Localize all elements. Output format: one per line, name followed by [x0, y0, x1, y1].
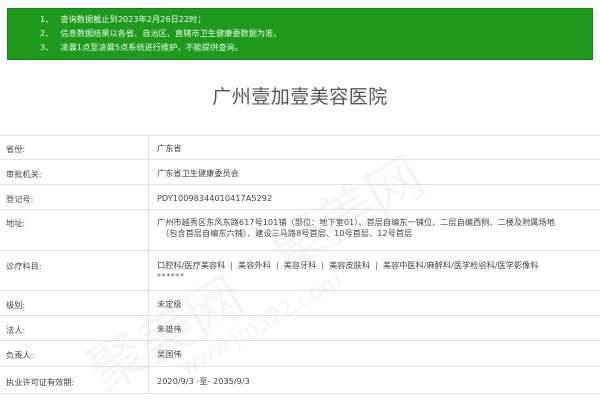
row-label: 法人: [6, 325, 26, 335]
column-divider [148, 136, 149, 159]
separator: | [375, 260, 378, 270]
row-label: 审批机关: [6, 169, 42, 179]
departments-value: 口腔科/医疗美容科 | 美容外科 | 美容牙科 | 美容皮肤科 | 美容中医科/麻醉科/医学检验… [157, 260, 592, 282]
info-row-principal: 负责人: 吴国伟 [0, 340, 600, 366]
separator: | [230, 260, 234, 270]
column-divider [148, 291, 149, 315]
notice-item: 3、 凌晨1点至凌晨5点系统进行维护，不能提供查询。 [40, 42, 243, 52]
info-row-departments: 诊疗科目: 口腔科/医疗美容科 | 美容外科 | 美容牙科 | 美容皮肤科 | 美容中医科/麻醉… [0, 250, 600, 290]
info-row-authority: 审批机关: 广东省卫生健康委员会 [0, 159, 600, 184]
column-divider [148, 367, 149, 393]
row-label: 登记号: [6, 194, 34, 204]
info-row-address: 地址: 广州市越秀区东风东路617号101铺（部位：地下室01）、首层自编东一铺… [0, 209, 600, 250]
department-item: 美容皮肤科 [329, 260, 371, 270]
department-more: ****** [157, 271, 185, 281]
info-row-legal-person: 法人: 朱雄伟 [0, 315, 600, 340]
column-divider [148, 251, 149, 290]
row-label: 执业许可证有效期: [6, 377, 75, 387]
address-line: （包含首层自编东六铺）、建设三马路8号首层、10号首层、12号首层 [161, 228, 413, 238]
separator: | [321, 260, 325, 270]
column-divider [148, 341, 149, 366]
hospital-info-page: 1、 查询数据截止到2023年2月26日22时； 2、 信息数据结果以各省、自治区、… [0, 0, 600, 400]
row-label: 级别: [6, 300, 26, 310]
department-item: 口腔科 [157, 260, 182, 270]
row-label: 诊疗科目: [6, 261, 42, 271]
column-divider [148, 160, 149, 184]
validity-value: 2020/9/3 -至- 2035/9/3 [157, 376, 250, 386]
department-item: /医疗美容科 [181, 260, 226, 270]
notice-item: 1、 查询数据截止到2023年2月26日22时； [40, 14, 206, 24]
notice-number: 2、 [40, 28, 54, 38]
department-item: 美容中医科 [382, 260, 424, 270]
info-row-level: 级别: 未定级 [0, 290, 600, 315]
notice-text: 信息数据结果以各省、自治区、直辖市卫生健康委数据为准。 [60, 28, 282, 38]
notice-item: 2、 信息数据结果以各省、自治区、直辖市卫生健康委数据为准。 [40, 28, 281, 38]
department-item: 美容外科 [238, 260, 271, 270]
notice-number: 1、 [40, 14, 54, 24]
notice-text: 凌晨1点至凌晨5点系统进行维护，不能提供查询。 [60, 42, 243, 52]
column-divider [148, 210, 149, 250]
info-row-province: 省份: 广东省 [0, 135, 600, 159]
department-list: 口腔科/医疗美容科 | 美容外科 | 美容牙科 | 美容皮肤科 | 美容中医科/麻醉科/医学检验… [157, 260, 592, 271]
info-row-validity: 执业许可证有效期: 2020/9/3 -至- 2035/9/3 [0, 366, 600, 394]
column-divider [148, 316, 149, 340]
address-line: 广州市越秀区东风东路617号101铺（部位：地下室01）、首层自编东一铺位、二层… [157, 217, 555, 227]
notice-number: 3、 [40, 42, 54, 52]
row-label: 省份: [6, 144, 26, 154]
notice-text: 查询数据截止到2023年2月26日22时； [60, 14, 206, 24]
department-item: /医学影像科 [494, 260, 539, 270]
province-value: 广东省 [157, 143, 182, 153]
notice-banner: 1、 查询数据截止到2023年2月26日22时； 2、 信息数据结果以各省、自治区、… [7, 8, 593, 60]
address-value: 广州市越秀区东风东路617号101铺（部位：地下室01）、首层自编东一铺位、二层… [157, 217, 592, 239]
authority-value: 广东省卫生健康委员会 [157, 168, 239, 178]
registration-value: PDY10098344010417A5292 [157, 193, 273, 203]
level-value: 未定级 [157, 299, 182, 309]
page-title: 广州壹加壹美容医院 [212, 86, 388, 108]
department-item: /医学检验科 [451, 260, 495, 270]
separator: | [275, 260, 279, 270]
department-item: /麻醉科 [423, 260, 452, 270]
column-divider [148, 185, 149, 209]
legal-person-value: 朱雄伟 [157, 324, 182, 334]
row-label: 负责人: [6, 350, 34, 360]
principal-value: 吴国伟 [157, 349, 182, 359]
row-label: 地址: [6, 218, 26, 228]
info-row-registration: 登记号: PDY10098344010417A5292 [0, 184, 600, 209]
department-item: 美容牙科 [283, 260, 317, 270]
